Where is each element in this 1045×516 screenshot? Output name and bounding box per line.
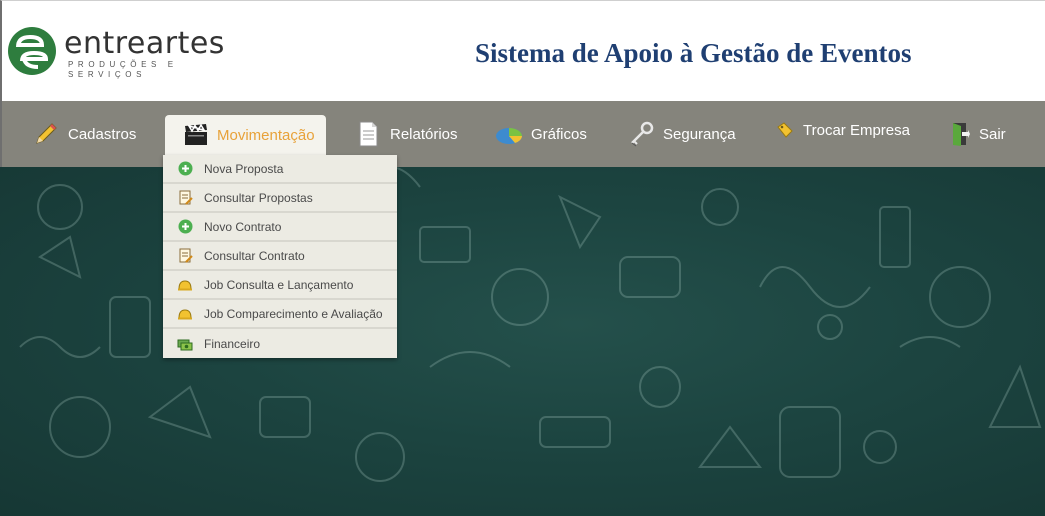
company-logo[interactable]: entreartes PRODUÇÕES E SERVIÇOS [6, 25, 256, 79]
add-circle-icon [177, 219, 193, 235]
menu-item-label: Financeiro [204, 336, 261, 351]
document-icon [354, 120, 382, 148]
nav-graficos[interactable]: Gráficos [495, 115, 587, 153]
menu-item-label: Job Comparecimento e Avaliação [204, 306, 383, 321]
menu-item-job-comparecimento-avaliacao[interactable]: Job Comparecimento e Avaliação [163, 300, 397, 329]
menu-item-label: Consultar Contrato [204, 248, 305, 263]
nav-sair-label: Sair [979, 125, 1006, 143]
page-title: Sistema de Apoio à Gestão de Eventos [475, 38, 912, 68]
nav-relatorios-label: Relatórios [390, 125, 458, 143]
doodle-background [0, 167, 1045, 516]
menu-item-consultar-contrato[interactable]: Consultar Contrato [163, 242, 397, 271]
menu-item-novo-contrato[interactable]: Novo Contrato [163, 213, 397, 242]
hardhat-icon [177, 277, 193, 293]
nav-cadastros-label: Cadastros [68, 125, 137, 143]
nav-trocar-empresa-label: Trocar Empresa [803, 121, 910, 139]
logo-tagline: PRODUÇÕES E SERVIÇOS [68, 60, 178, 79]
nav-sair[interactable]: Sair [949, 115, 1006, 153]
nav-relatorios[interactable]: Relatórios [354, 115, 458, 153]
menu-item-consultar-propostas[interactable]: Consultar Propostas [163, 184, 397, 213]
doodle-pattern [19, 167, 1042, 482]
nav-graficos-label: Gráficos [531, 125, 587, 143]
main-navbar: Cadastros Movimentação Relatórios Gráfic… [0, 101, 1045, 167]
menu-item-label: Novo Contrato [204, 219, 282, 234]
exit-door-icon [949, 120, 971, 148]
nav-seguranca-label: Segurança [663, 125, 736, 143]
clapperboard-icon [183, 121, 209, 149]
key-icon [627, 120, 655, 148]
chart-icon [495, 120, 523, 148]
nav-seguranca[interactable]: Segurança [627, 115, 736, 153]
menu-item-label: Consultar Propostas [204, 190, 313, 205]
nav-movimentacao-label: Movimentação [217, 126, 315, 144]
menu-item-financeiro[interactable]: Financeiro [163, 329, 397, 358]
menu-item-job-consulta-lancamento[interactable]: Job Consulta e Lançamento [163, 271, 397, 300]
logo-wordmark: entreartes [64, 26, 225, 61]
menu-item-nova-proposta[interactable]: Nova Proposta [163, 155, 397, 184]
nav-trocar-empresa[interactable]: Trocar Empresa [775, 111, 910, 149]
tag-icon [775, 116, 795, 144]
document-pen-icon [177, 248, 193, 264]
menu-item-label: Job Consulta e Lançamento [204, 277, 354, 292]
add-circle-icon [177, 161, 193, 177]
menu-item-label: Nova Proposta [204, 161, 284, 176]
nav-cadastros[interactable]: Cadastros [32, 115, 136, 153]
hardhat-icon [177, 306, 193, 322]
pencil-icon [32, 120, 60, 148]
app-header: entreartes PRODUÇÕES E SERVIÇOS Sistema … [0, 0, 1045, 101]
nav-movimentacao[interactable]: Movimentação [165, 115, 326, 155]
document-pen-icon [177, 190, 193, 206]
movimentacao-dropdown-menu: Nova Proposta Consultar Propostas Novo C… [163, 155, 397, 358]
logo-mark-icon [8, 27, 56, 75]
money-icon [177, 336, 193, 352]
